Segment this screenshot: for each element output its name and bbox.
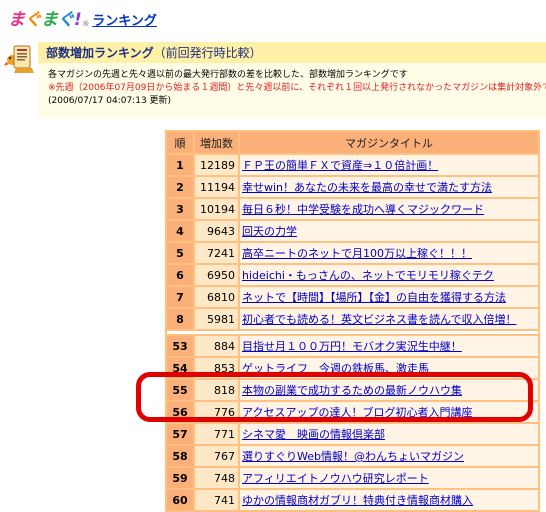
table-row: 4 9643 回天の力学 [167, 221, 538, 241]
rank-cell: 60 [167, 490, 193, 510]
magazine-title-link[interactable]: 選りすぐりWeb情報！@わんちょいマガジン [242, 450, 464, 463]
title-cell: hideichi・もっさんの、ネットでモリモリ稼ぐテク [240, 265, 538, 285]
column-header-rank: 順 [167, 132, 193, 153]
gap-cell [167, 331, 538, 334]
increase-cell: 7241 [195, 243, 238, 263]
table-row: 2 11194 幸せwin！あなたの未来を最高の幸せで満たす方法 [167, 177, 538, 197]
rank-cell: 6 [167, 265, 193, 285]
magazine-title-link[interactable]: 高卒ニートのネットで月100万以上稼ぐ！！！ [242, 247, 472, 260]
ranking-title-band: 部数増加ランキング（前回発行時比較） [38, 42, 546, 63]
column-header-increase: 増加数 [195, 132, 238, 153]
registered-mark: ® [82, 20, 90, 28]
column-header-title: マガジンタイトル [240, 132, 538, 153]
increase-cell: 741 [195, 490, 238, 510]
rank-cell: 53 [167, 336, 193, 356]
ranking-table: 順 増加数 マガジンタイトル 1 12189 ＦＰ王の簡単ＦＸで資産⇒１０倍計画！ 2… [165, 130, 540, 512]
magazine-title-link[interactable]: アフィリエイトノウハウ研究レポート [242, 472, 429, 485]
magazine-title-link[interactable]: ネットで【時間】【場所】【金】の自由を獲得する方法 [242, 291, 506, 304]
title-cell: 幸せwin！あなたの未来を最高の幸せで満たす方法 [240, 177, 538, 197]
mascot-icon [4, 45, 34, 73]
magazine-title-link[interactable]: hideichi・もっさんの、ネットでモリモリ稼ぐテク [242, 269, 494, 282]
rank-cell: 2 [167, 177, 193, 197]
rank-cell: 58 [167, 446, 193, 466]
magazine-title-link[interactable]: シネマ愛 映画の情報倶楽部 [242, 428, 385, 441]
table-row: 59 748 アフィリエイトノウハウ研究レポート [167, 468, 538, 488]
increase-cell: 11194 [195, 177, 238, 197]
rank-cell: 5 [167, 243, 193, 263]
title-cell: アフィリエイトノウハウ研究レポート [240, 468, 538, 488]
increase-cell: 6950 [195, 265, 238, 285]
increase-cell: 5981 [195, 309, 238, 329]
title-cell: ＦＰ王の簡単ＦＸで資産⇒１０倍計画！ [240, 155, 538, 175]
increase-cell: 12189 [195, 155, 238, 175]
increase-cell: 767 [195, 446, 238, 466]
magazine-title-link[interactable]: 幸せwin！あなたの未来を最高の幸せで満たす方法 [242, 181, 492, 194]
magazine-title-link[interactable]: ゆかの情報商材ガブリ！特典付き情報商材購入 [242, 494, 473, 507]
title-cell: 回天の力学 [240, 221, 538, 241]
table-row: 3 10194 毎日６秒！中学受験を成功へ導くマジックワード [167, 199, 538, 219]
description-note: ※先週（2006年07月09日から始まる１週間）と先々週以前に、それぞれ１回以上… [48, 83, 546, 93]
title-cell: ゆかの情報商材ガブリ！特典付き情報商材購入 [240, 490, 538, 510]
magazine-title-link[interactable]: 目指せ月１００万円！モバオク実況生中継！ [242, 340, 462, 353]
rank-cell: 59 [167, 468, 193, 488]
title-cell: 毎日６秒！中学受験を成功へ導くマジックワード [240, 199, 538, 219]
magmag-logo[interactable]: まぐまぐ! ® ランキング [8, 6, 157, 30]
table-header-row: 順 増加数 マガジンタイトル [167, 132, 538, 153]
table-row: 5 7241 高卒ニートのネットで月100万以上稼ぐ！！！ [167, 243, 538, 263]
magazine-title-link[interactable]: 初心者でも読める！英文ビジネス書を読んで収入倍増！ [242, 313, 516, 326]
magazine-title-link[interactable]: 毎日６秒！中学受験を成功へ導くマジックワード [242, 203, 484, 216]
rank-cell: 3 [167, 199, 193, 219]
increase-cell: 10194 [195, 199, 238, 219]
title-cell: 高卒ニートのネットで月100万以上稼ぐ！！！ [240, 243, 538, 263]
increase-cell: 9643 [195, 221, 238, 241]
table-row: 7 6810 ネットで【時間】【場所】【金】の自由を獲得する方法 [167, 287, 538, 307]
table-row: 8 5981 初心者でも読める！英文ビジネス書を読んで収入倍増！ [167, 309, 538, 329]
title-cell: 目指せ月１００万円！モバオク実況生中継！ [240, 336, 538, 356]
table-row: 60 741 ゆかの情報商材ガブリ！特典付き情報商材購入 [167, 490, 538, 510]
title-cell: シネマ愛 映画の情報倶楽部 [240, 424, 538, 444]
magazine-title-link[interactable]: ＦＰ王の簡単ＦＸで資産⇒１０倍計画！ [242, 159, 438, 172]
increase-cell: 771 [195, 424, 238, 444]
highlight-annotation [136, 372, 533, 422]
increase-cell: 748 [195, 468, 238, 488]
ranking-link[interactable]: ランキング [92, 14, 157, 30]
description-line: 各マガジンの先週と先々週以前の最大発行部数の差を比較した、部数増加ランキングです [48, 70, 408, 80]
title-cell: 初心者でも読める！英文ビジネス書を読んで収入倍増！ [240, 309, 538, 329]
table-row: 57 771 シネマ愛 映画の情報倶楽部 [167, 424, 538, 444]
rank-cell: 1 [167, 155, 193, 175]
rank-cell: 4 [167, 221, 193, 241]
rank-cell: 7 [167, 287, 193, 307]
rank-cell: 8 [167, 309, 193, 329]
rank-cell: 57 [167, 424, 193, 444]
logo-text: まぐまぐ! [8, 10, 82, 30]
table-row: 53 884 目指せ月１００万円！モバオク実況生中継！ [167, 336, 538, 356]
table-row: 1 12189 ＦＰ王の簡単ＦＸで資産⇒１０倍計画！ [167, 155, 538, 175]
table-row: 58 767 選りすぐりWeb情報！@わんちょいマガジン [167, 446, 538, 466]
table-row: 6 6950 hideichi・もっさんの、ネットでモリモリ稼ぐテク [167, 265, 538, 285]
magazine-title-link[interactable]: 回天の力学 [242, 225, 297, 238]
table-gap-row [167, 331, 538, 334]
increase-cell: 884 [195, 336, 238, 356]
title-cell: 選りすぐりWeb情報！@わんちょいマガジン [240, 446, 538, 466]
ranking-title: 部数増加ランキング（前回発行時比較） [46, 46, 262, 60]
increase-cell: 6810 [195, 287, 238, 307]
ranking-description: 各マガジンの先週と先々週以前の最大発行部数の差を比較した、部数増加ランキングです… [38, 63, 546, 118]
update-timestamp: (2006/07/17 04:07:13 更新) [48, 96, 172, 106]
ranking-subtitle: （前回発行時比較） [153, 46, 262, 60]
title-cell: ネットで【時間】【場所】【金】の自由を獲得する方法 [240, 287, 538, 307]
